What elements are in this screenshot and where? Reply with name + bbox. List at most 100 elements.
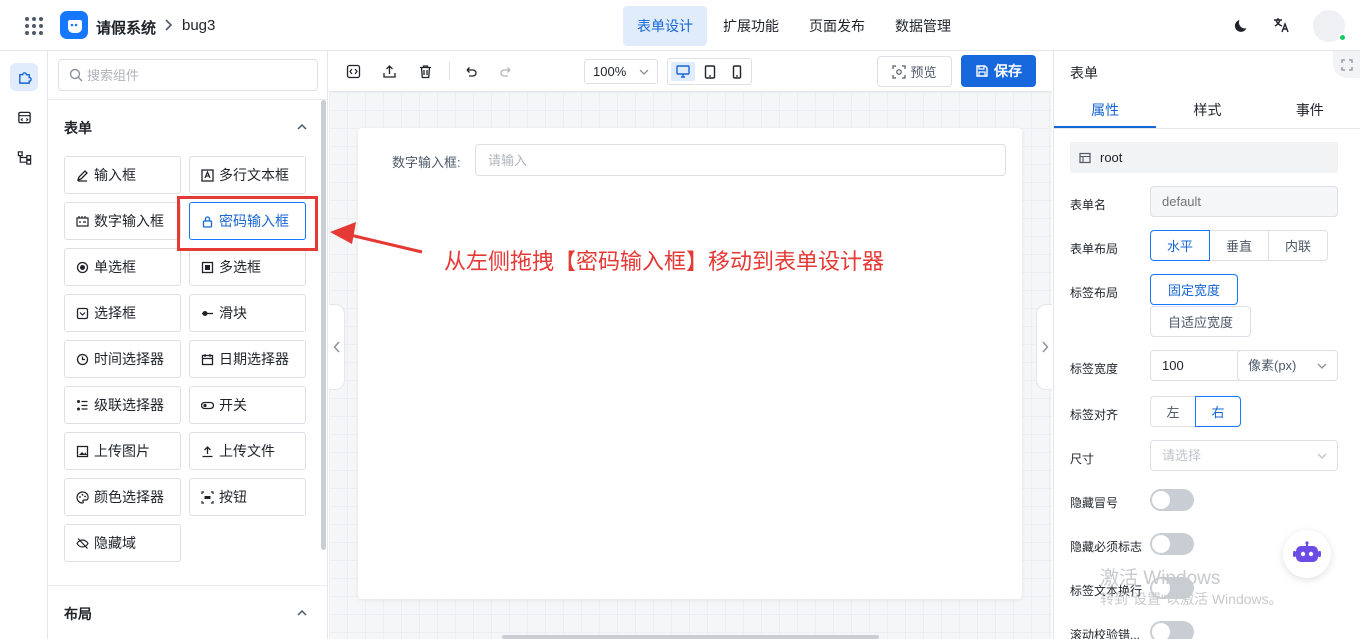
scroll-validate-toggle[interactable] xyxy=(1150,621,1194,639)
tab-extensions[interactable]: 扩展功能 xyxy=(709,6,793,46)
component-upload-image[interactable]: 上传图片 xyxy=(64,432,181,470)
label-align-right[interactable]: 右 xyxy=(1195,396,1241,427)
tab-styles[interactable]: 样式 xyxy=(1156,92,1258,128)
component-upload-file[interactable]: 上传文件 xyxy=(189,432,306,470)
label-width-input[interactable] xyxy=(1150,350,1242,381)
component-input[interactable]: 输入框 xyxy=(64,156,181,194)
rail-code[interactable] xyxy=(10,103,38,131)
edit-icon xyxy=(76,169,89,182)
zoom-select[interactable]: 100% xyxy=(584,59,658,84)
form-designer-canvas[interactable]: 数字输入框: xyxy=(329,92,1052,639)
upload-icon xyxy=(201,445,214,458)
robot-icon xyxy=(1293,541,1321,567)
page-name[interactable]: bug3 xyxy=(182,17,215,34)
size-select[interactable]: 请选择 xyxy=(1150,440,1338,471)
form-card[interactable]: 数字输入框: xyxy=(358,128,1022,599)
component-label: 隐藏域 xyxy=(94,535,136,551)
component-checkbox[interactable]: 多选框 xyxy=(189,248,306,286)
expand-corner-button[interactable] xyxy=(1333,51,1360,78)
component-textarea[interactable]: 多行文本框 xyxy=(189,156,306,194)
annotation-arrow xyxy=(330,222,423,254)
component-slider[interactable]: 滑块 xyxy=(189,294,306,332)
translate-icon[interactable] xyxy=(1272,16,1290,34)
component-label: 日期选择器 xyxy=(219,351,289,367)
component-switch[interactable]: 开关 xyxy=(189,386,306,424)
tab-data-management[interactable]: 数据管理 xyxy=(881,6,965,46)
component-date-picker[interactable]: 日期选择器 xyxy=(189,340,306,378)
form-layout-horizontal[interactable]: 水平 xyxy=(1150,230,1210,261)
chevron-right-icon xyxy=(1041,341,1049,353)
tab-events[interactable]: 事件 xyxy=(1259,92,1360,128)
form-layout-inline[interactable]: 内联 xyxy=(1268,230,1328,261)
component-label: 多行文本框 xyxy=(219,167,289,183)
size-placeholder: 请选择 xyxy=(1162,448,1202,463)
component-label: 开关 xyxy=(219,397,247,413)
form-name-input[interactable] xyxy=(1150,186,1338,217)
tab-page-publish[interactable]: 页面发布 xyxy=(795,6,879,46)
rail-tree[interactable] xyxy=(10,143,38,171)
canvas-horizontal-scrollbar[interactable] xyxy=(502,635,879,639)
tab-attributes[interactable]: 属性 xyxy=(1054,92,1157,128)
desktop-icon xyxy=(676,65,690,78)
number-input-field[interactable] xyxy=(475,144,1006,176)
canvas-toolbar: 100% 预览 保存 xyxy=(329,51,1052,92)
component-hidden-field[interactable]: 隐藏域 xyxy=(64,524,181,562)
component-color-picker[interactable]: 颜色选择器 xyxy=(64,478,181,516)
chevron-down-icon xyxy=(1317,361,1327,371)
collapse-right-panel[interactable] xyxy=(1036,304,1052,390)
component-number-input[interactable]: 数字输入框 xyxy=(64,202,181,240)
component-radio[interactable]: 单选框 xyxy=(64,248,181,286)
search-input[interactable] xyxy=(87,65,307,85)
preview-button[interactable]: 预览 xyxy=(877,56,952,87)
root-node[interactable]: root xyxy=(1070,142,1338,173)
label-layout-adaptive[interactable]: 自适应宽度 xyxy=(1150,306,1251,337)
component-cascader[interactable]: 级联选择器 xyxy=(64,386,181,424)
apps-grid-icon[interactable] xyxy=(24,16,44,36)
panel-scrollbar[interactable] xyxy=(321,100,326,550)
component-select[interactable]: 选择框 xyxy=(64,294,181,332)
divider xyxy=(48,585,327,586)
component-button[interactable]: 按钮 xyxy=(189,478,306,516)
properties-panel: 表单 属性 样式 事件 root 表单名 表单布局 水平 垂直 内联 标签布局 … xyxy=(1053,51,1360,639)
form-section-header[interactable]: 表单 xyxy=(64,118,314,138)
button-icon xyxy=(201,490,214,504)
assistant-button[interactable] xyxy=(1283,530,1331,578)
divider xyxy=(48,99,327,100)
save-button[interactable]: 保存 xyxy=(961,55,1036,87)
hide-colon-toggle[interactable] xyxy=(1150,489,1194,511)
avatar[interactable] xyxy=(1313,10,1347,42)
form-layout-vertical[interactable]: 垂直 xyxy=(1209,230,1269,261)
rail-components[interactable] xyxy=(10,63,38,91)
component-time-picker[interactable]: 时间选择器 xyxy=(64,340,181,378)
layout-section-header[interactable]: 布局 xyxy=(64,604,314,624)
search-icon xyxy=(69,68,83,82)
trash-icon[interactable] xyxy=(417,63,434,80)
collapse-left-panel[interactable] xyxy=(329,304,345,390)
tablet-view-button[interactable] xyxy=(698,62,722,81)
moon-icon[interactable] xyxy=(1232,16,1250,34)
preview-icon xyxy=(892,64,907,79)
desktop-view-button[interactable] xyxy=(671,62,695,81)
undo-icon[interactable] xyxy=(462,63,479,80)
chevron-up-icon[interactable] xyxy=(296,121,308,133)
label-width-unit-select[interactable]: 像素(px) xyxy=(1237,350,1338,381)
chevron-right-icon xyxy=(162,18,174,32)
label-align-label: 标签对齐 xyxy=(1070,408,1119,422)
mobile-view-button[interactable] xyxy=(725,62,749,81)
hide-required-toggle[interactable] xyxy=(1150,533,1194,555)
app-name[interactable]: 请假系统 xyxy=(96,17,156,38)
chevron-down-icon xyxy=(1317,451,1327,461)
label-align-left[interactable]: 左 xyxy=(1150,396,1196,427)
tab-form-design[interactable]: 表单设计 xyxy=(623,6,707,46)
export-icon[interactable] xyxy=(381,63,398,80)
top-header: 请假系统 bug3 表单设计 扩展功能 页面发布 数据管理 xyxy=(0,0,1360,51)
preview-label: 预览 xyxy=(910,65,937,80)
label-layout-fixed[interactable]: 固定宽度 xyxy=(1150,274,1238,305)
number-icon xyxy=(76,215,89,228)
code-icon[interactable] xyxy=(345,63,362,80)
redo-icon[interactable] xyxy=(498,63,515,80)
chevron-up-icon[interactable] xyxy=(296,607,308,619)
save-icon xyxy=(975,64,989,78)
form-icon xyxy=(1079,152,1091,164)
radio-icon xyxy=(76,261,89,274)
